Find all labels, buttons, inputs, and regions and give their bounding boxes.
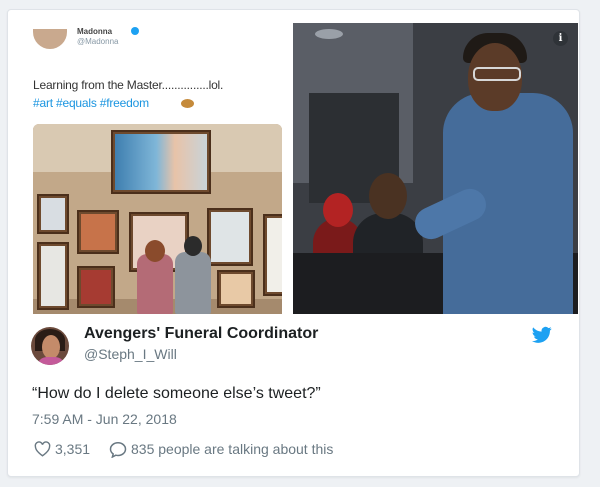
painting-art xyxy=(41,246,65,306)
person-seated-head xyxy=(369,173,407,219)
avatar-shirt xyxy=(37,357,65,365)
visitor-man xyxy=(175,252,211,314)
conversation-link[interactable]: 835 people are talking about this xyxy=(131,441,333,457)
gallery-picture xyxy=(33,124,282,314)
embedded-name: Madonna xyxy=(77,27,113,36)
painting-art xyxy=(81,270,111,304)
tweet-timestamp[interactable]: 7:59 AM - Jun 22, 2018 xyxy=(32,411,177,427)
painting-art xyxy=(41,198,65,230)
reply-icon[interactable] xyxy=(109,441,127,458)
painting-right-1 xyxy=(207,208,253,266)
painting-right-3 xyxy=(217,270,255,308)
painting-art xyxy=(81,214,115,250)
tweet-card[interactable]: Madonna @Madonna Learning from the Maste… xyxy=(7,9,580,477)
painting-art xyxy=(267,218,282,292)
avatar[interactable] xyxy=(31,327,69,365)
painting-right-2 xyxy=(263,214,282,296)
heart-icon[interactable] xyxy=(34,441,51,457)
embedded-avatar xyxy=(33,29,67,49)
embedded-text: Learning from the Master...............l… xyxy=(33,78,224,92)
ceiling-light xyxy=(315,29,343,39)
painting-left-2 xyxy=(77,210,119,254)
painting-art xyxy=(211,212,249,262)
visitor-man-head xyxy=(184,236,202,256)
person-red-hood xyxy=(323,193,353,227)
painting-left-3 xyxy=(37,242,69,310)
tweet-text: “How do I delete someone else’s tweet?” xyxy=(32,385,321,402)
painting-art xyxy=(115,134,207,190)
avatar-face xyxy=(42,335,60,359)
painting-art xyxy=(221,274,251,304)
glasses xyxy=(473,67,521,81)
info-icon[interactable]: i xyxy=(553,31,568,46)
media-image-right[interactable]: i xyxy=(293,23,578,314)
painting-left-1 xyxy=(37,194,69,234)
embedded-handle: @Madonna xyxy=(77,37,119,46)
display-name[interactable]: Avengers' Funeral Coordinator xyxy=(84,325,318,343)
like-count[interactable]: 3,351 xyxy=(55,441,90,457)
media-image-left[interactable]: Madonna @Madonna Learning from the Maste… xyxy=(19,23,289,314)
twitter-bird-icon[interactable] xyxy=(532,326,552,344)
painting-top xyxy=(111,130,211,194)
palette-emoji-icon xyxy=(181,99,194,108)
visitor-woman-head xyxy=(145,240,165,262)
visitor-woman xyxy=(137,254,173,314)
painting-left-4 xyxy=(77,266,115,308)
user-handle[interactable]: @Steph_I_Will xyxy=(84,346,177,362)
embedded-hashtags: #art #equals #freedom xyxy=(33,96,149,110)
verified-badge-icon xyxy=(131,27,139,35)
tweet-media[interactable]: Madonna @Madonna Learning from the Maste… xyxy=(19,23,578,314)
